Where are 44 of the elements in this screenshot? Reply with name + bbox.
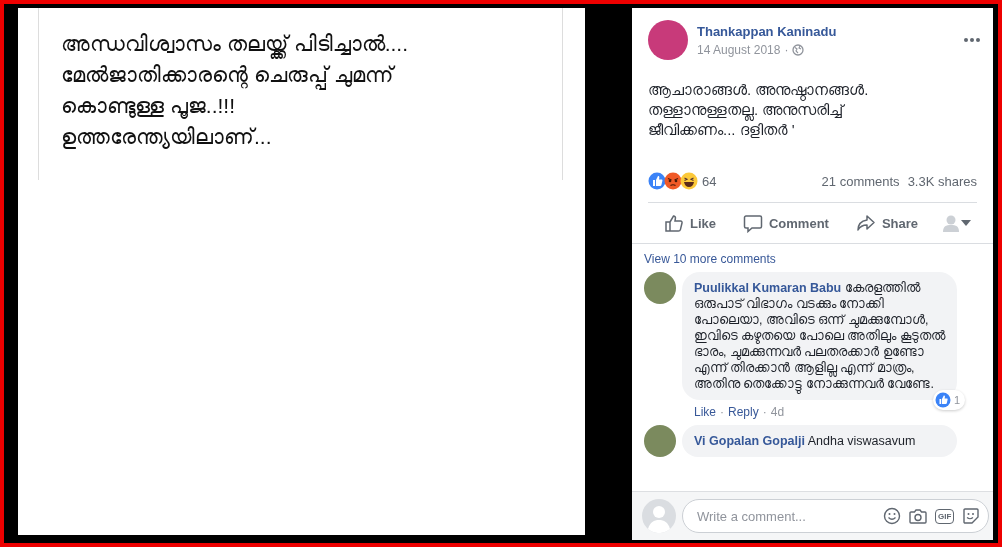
commenter-name[interactable]: Vi Gopalan Gopalji	[694, 434, 805, 448]
post-date[interactable]: 14 August 2018	[697, 42, 781, 57]
commenter-name[interactable]: Puulikkal Kumaran Babu	[694, 281, 842, 295]
comment-input-field[interactable]: Write a comment... GIF	[682, 499, 990, 533]
like-reaction-icon[interactable]	[648, 172, 666, 190]
person-silhouette-icon	[942, 214, 959, 232]
shares-count[interactable]: 3.3K shares	[907, 173, 977, 189]
comment-icon	[742, 213, 763, 233]
like-button[interactable]: Like	[662, 209, 718, 237]
separator: ·	[762, 405, 767, 419]
reaction-count[interactable]: 64	[702, 173, 717, 189]
angry-reaction-icon[interactable]	[664, 172, 682, 190]
audience-selector[interactable]	[942, 214, 971, 232]
post-text: ആചാരാങ്ങൾ. അനുഷ്ഠാനങ്ങൾ. തള്ളാനുള്ളതല്ല. അനുസരിച്ച് ജീവിക്കണം... ദളിതർ '	[647, 80, 870, 140]
more-options-icon[interactable]	[963, 37, 981, 43]
camera-icon[interactable]	[909, 508, 927, 524]
separator: ·	[784, 42, 789, 57]
share-button[interactable]: Share	[853, 209, 920, 237]
view-more-comments-link[interactable]: View 10 more comments	[644, 252, 776, 266]
caption-line: അന്ധവിശ്വാസം തലയ്ക്ക് പിടിച്ചാൽ....	[61, 28, 562, 59]
sticker-icon[interactable]	[962, 507, 981, 525]
like-reaction-icon	[934, 392, 951, 408]
avatar[interactable]	[648, 20, 688, 60]
caption-line: മേൽജാതിക്കാരന്റെ ചെരുപ്പ് ചുമന്ന്	[61, 59, 562, 90]
laugh-reaction-icon[interactable]	[680, 172, 698, 190]
like-count-badge[interactable]: 1	[932, 390, 965, 410]
gif-button[interactable]: GIF	[935, 508, 955, 524]
globe-icon[interactable]	[792, 43, 805, 56]
caret-icon	[960, 220, 971, 226]
smiley-icon[interactable]	[883, 507, 901, 525]
avatar[interactable]	[644, 272, 676, 304]
avatar[interactable]	[644, 425, 676, 457]
author-name[interactable]: Thankappan Kaninadu	[697, 23, 954, 39]
comment-time[interactable]: 4d	[770, 405, 785, 419]
comment-button[interactable]: Comment	[740, 209, 831, 237]
like-icon	[664, 213, 684, 233]
separator: ·	[720, 405, 724, 419]
share-icon	[855, 213, 876, 233]
comment-like-link[interactable]: Like	[694, 405, 716, 419]
caption-line: കൊണ്ടുള്ള പൂജ..!!!	[61, 93, 236, 121]
comment-text: Vi Gopalan Gopalji Andha viswasavum	[694, 434, 916, 448]
comments-count[interactable]: 21 comments	[821, 173, 900, 189]
comment-reply-link[interactable]: Reply	[728, 405, 759, 419]
caption-line: ഉത്തരേന്ത്യയിലാണ്...	[61, 124, 273, 151]
